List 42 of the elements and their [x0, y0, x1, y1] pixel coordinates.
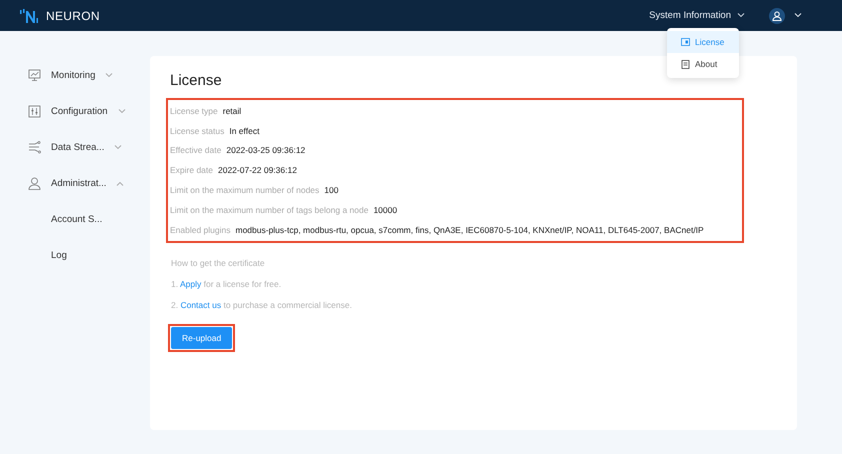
field-label: Effective date — [170, 145, 222, 156]
field-value: 2022-07-22 09:36:12 — [218, 165, 297, 176]
branches-icon — [28, 140, 41, 154]
chevron-down-icon — [114, 144, 122, 150]
field-label: License status — [170, 126, 224, 136]
sliders-icon — [28, 104, 41, 118]
sidebar-subitem[interactable]: Account S... — [0, 201, 150, 237]
chevron-down-icon — [118, 108, 126, 114]
monitor-chart-icon — [28, 68, 41, 82]
field-label: Expire date — [170, 165, 213, 176]
field-value: 10000 — [373, 204, 398, 215]
sidebar-item[interactable]: Data Strea... — [0, 129, 150, 165]
field-label: License type — [170, 106, 218, 116]
logo-icon — [20, 8, 38, 22]
chevron-down-icon — [794, 13, 802, 18]
dropdown-item[interactable]: About — [667, 53, 739, 75]
brand-name: NEURON — [46, 8, 100, 22]
chevron-up-icon — [116, 180, 124, 186]
field-label: Limit on the maximum number of nodes — [170, 185, 320, 196]
sidebar-item[interactable]: Administrat... — [0, 165, 150, 201]
field-label: Limit on the maximum number of tags belong a node — [170, 204, 368, 215]
page-title: License — [170, 72, 223, 89]
sidebar-item[interactable]: Configuration — [0, 93, 150, 129]
field-value: In effect — [229, 126, 260, 136]
sidebar-subitem[interactable]: Log — [0, 237, 150, 273]
field-value: modbus-plus-tcp, modbus-rtu, opcua, s7comm, fins, QnA3E, IEC60870-5-104, KNXnet/IP, NOA11, DLT645-2007, BACnet/IP — [236, 224, 704, 235]
field-label: Enabled plugins — [170, 224, 230, 235]
field-value: 2022-03-25 09:36:12 — [226, 145, 306, 156]
help-step: 1. Apply for a license for free. — [171, 278, 781, 289]
user-icon — [772, 10, 782, 20]
user-icon — [28, 176, 41, 190]
chevron-down-icon — [737, 13, 745, 18]
field-value: 100 — [324, 185, 338, 196]
field-value: retail — [222, 106, 242, 116]
help-step: 2. Contact us to purchase a commercial license. — [171, 300, 781, 310]
system-information-menu[interactable]: System Information — [649, 10, 745, 21]
user-menu[interactable] — [769, 8, 802, 24]
card-icon — [681, 38, 690, 46]
chevron-down-icon — [105, 72, 114, 78]
document-icon — [681, 60, 690, 68]
sidebar-item[interactable]: Monitoring — [0, 57, 150, 93]
help-title: How to get the certificate — [171, 258, 266, 268]
